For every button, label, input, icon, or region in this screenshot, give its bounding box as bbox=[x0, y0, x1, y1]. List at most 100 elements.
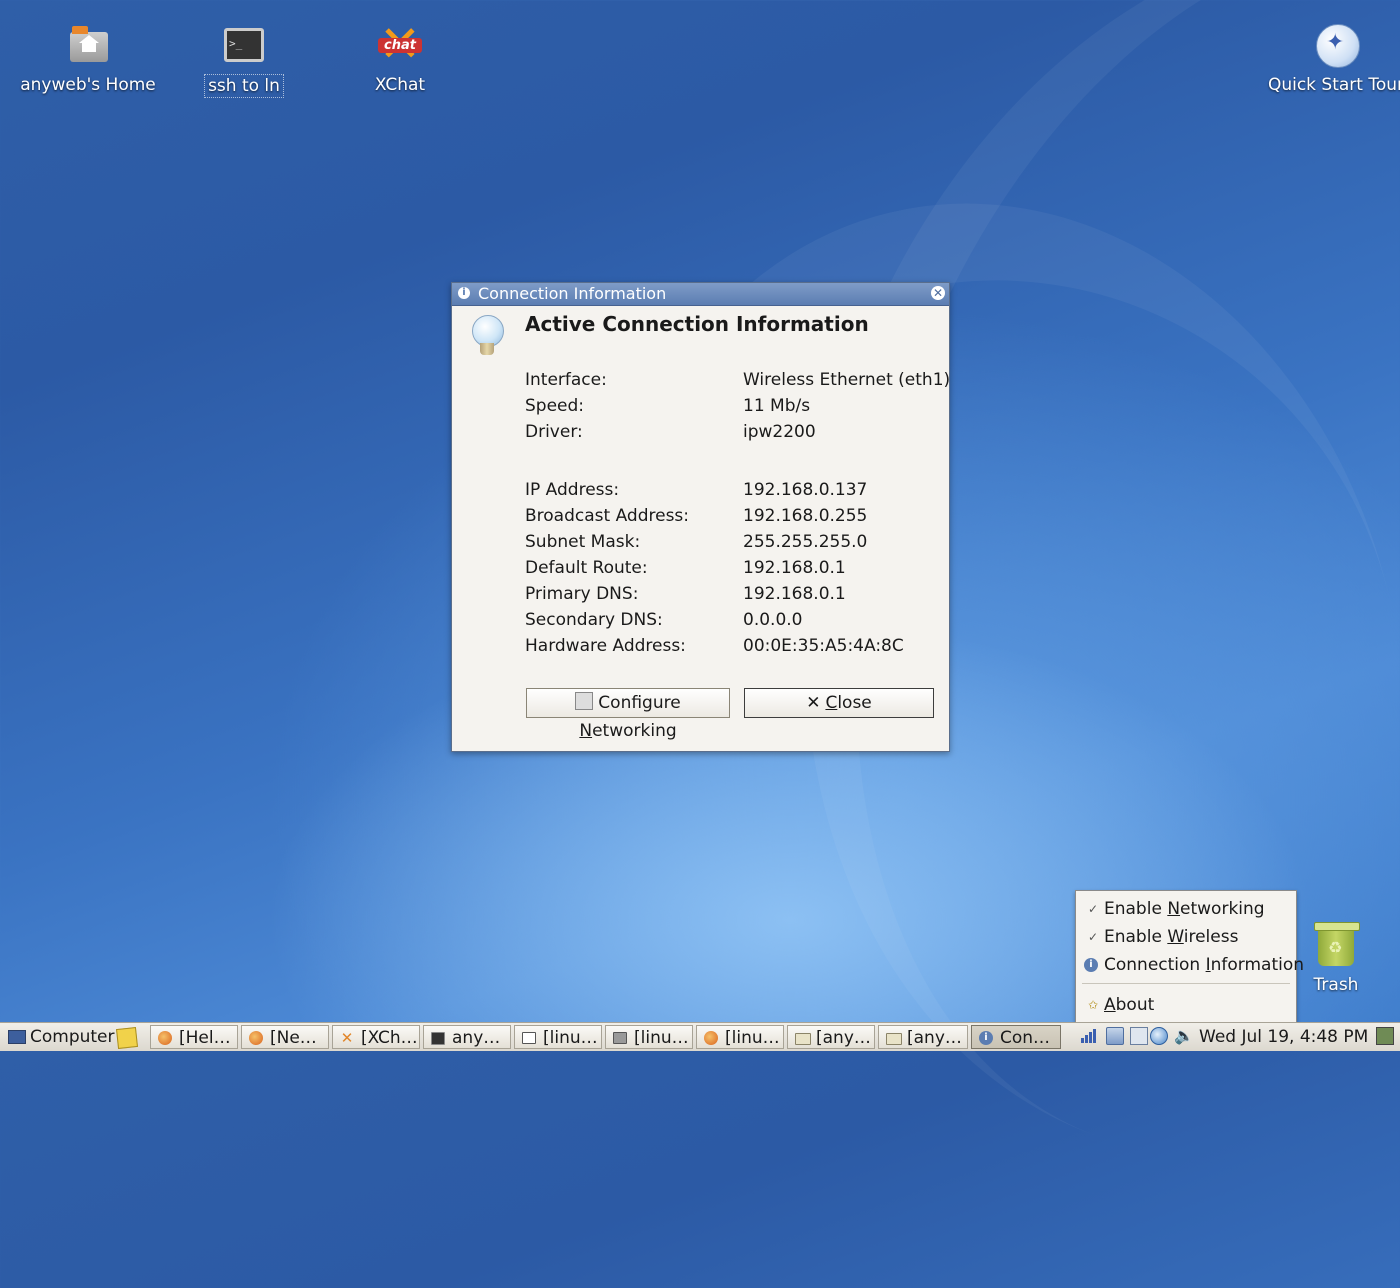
menu-separator bbox=[1082, 983, 1290, 984]
detail-row-hardware-address: Hardware Address: 00:0E:35:A5:4A:8C bbox=[525, 633, 950, 659]
panel-clock[interactable]: Wed Jul 19, 4:48 PM bbox=[1199, 1023, 1368, 1051]
detail-row-subnet-mask: Subnet Mask: 255.255.255.0 bbox=[525, 529, 950, 555]
firefox-icon bbox=[158, 1031, 172, 1045]
info-icon: i bbox=[1084, 958, 1098, 972]
detail-value: 192.168.0.1 bbox=[743, 558, 846, 578]
menu-item-connection-information[interactable]: i Connection Information bbox=[1076, 952, 1304, 978]
taskbar-item-label: [linu… bbox=[725, 1028, 780, 1048]
window-icon bbox=[522, 1032, 536, 1044]
detail-row-speed: Speed: 11 Mb/s bbox=[525, 393, 950, 419]
taskbar-item[interactable]: [linu… bbox=[514, 1025, 602, 1049]
desktop-icon-label: Quick Start Tour bbox=[1267, 75, 1400, 95]
quick-start-icon: ✦ bbox=[1312, 22, 1360, 70]
taskbar-item[interactable]: [linu… bbox=[696, 1025, 784, 1049]
connection-info-dialog: i Connection Information ✕ Active Connec… bbox=[451, 282, 950, 752]
detail-value: 192.168.0.137 bbox=[743, 480, 868, 500]
menu-item-about[interactable]: ✩ About bbox=[1076, 992, 1296, 1018]
folder-icon bbox=[886, 1033, 902, 1045]
button-label: Close bbox=[825, 693, 872, 713]
taskbar-item-label: [linu… bbox=[543, 1028, 598, 1048]
detail-row-ip-address: IP Address: 192.168.0.137 bbox=[525, 477, 950, 503]
desktop-icon-quick-start[interactable]: ✦ Quick Start Tour bbox=[1256, 0, 1400, 96]
menu-item-label: Enable Wireless bbox=[1104, 927, 1239, 947]
detail-row-secondary-dns: Secondary DNS: 0.0.0.0 bbox=[525, 607, 950, 633]
detail-label: Secondary DNS: bbox=[525, 610, 663, 630]
close-icon[interactable]: ✕ bbox=[931, 286, 945, 300]
window-icon bbox=[613, 1032, 627, 1044]
detail-value: 192.168.0.255 bbox=[743, 506, 868, 526]
detail-row-default-route: Default Route: 192.168.0.1 bbox=[525, 555, 950, 581]
home-folder-icon bbox=[64, 22, 112, 70]
detail-label: Speed: bbox=[525, 396, 585, 416]
desktop-icon-xchat[interactable]: ✕chat XChat bbox=[320, 0, 480, 96]
dialog-heading: Active Connection Information bbox=[525, 312, 869, 336]
menu-item-label: Connection Information bbox=[1104, 955, 1305, 975]
detail-value: Wireless Ethernet (eth1) bbox=[743, 370, 951, 390]
taskbar-item-label: [Ne… bbox=[270, 1028, 317, 1048]
menu-item-enable-wireless[interactable]: ✓ Enable Wireless bbox=[1076, 924, 1296, 950]
close-button[interactable]: ✕ Close bbox=[744, 688, 934, 718]
globe-update-icon[interactable] bbox=[1150, 1027, 1168, 1045]
taskbar-item[interactable]: [Ne… bbox=[241, 1025, 329, 1049]
desktop-icon-label: anyweb's Home bbox=[20, 75, 156, 95]
detail-row-primary-dns: Primary DNS: 192.168.0.1 bbox=[525, 581, 950, 607]
taskbar-item-label: Con… bbox=[1000, 1028, 1051, 1048]
configure-networking-button[interactable]: Configure Networking bbox=[526, 688, 730, 741]
desktop-icon-ssh[interactable]: >_ ssh to ln bbox=[164, 0, 324, 98]
menu-item-label: About bbox=[1104, 995, 1155, 1015]
monitor-icon[interactable] bbox=[1130, 1027, 1148, 1045]
taskbar-item[interactable]: [any… bbox=[878, 1025, 968, 1049]
taskbar-item-label: [any… bbox=[907, 1028, 962, 1048]
close-icon: ✕ bbox=[806, 693, 821, 713]
connection-details: Interface: Wireless Ethernet (eth1) Speed… bbox=[525, 367, 950, 659]
network-manager-icon[interactable] bbox=[1106, 1027, 1124, 1045]
signal-strength-icon[interactable] bbox=[1080, 1027, 1098, 1045]
folder-icon bbox=[795, 1033, 811, 1045]
detail-row-broadcast: Broadcast Address: 192.168.0.255 bbox=[525, 503, 950, 529]
xchat-icon: ✕chat bbox=[376, 19, 424, 70]
taskbar-item-label: [Hel… bbox=[179, 1028, 231, 1048]
detail-value: 00:0E:35:A5:4A:8C bbox=[743, 636, 904, 656]
detail-value: 255.255.255.0 bbox=[743, 532, 868, 552]
detail-label: Subnet Mask: bbox=[525, 532, 641, 552]
dialog-title: Connection Information bbox=[478, 284, 667, 303]
menu-item-label: Enable Networking bbox=[1104, 899, 1265, 919]
taskbar-item[interactable]: [linu… bbox=[605, 1025, 693, 1049]
detail-label: Hardware Address: bbox=[525, 636, 686, 656]
notes-icon[interactable] bbox=[116, 1027, 138, 1049]
taskbar-item[interactable]: any… bbox=[423, 1025, 511, 1049]
dialog-titlebar[interactable]: i Connection Information ✕ bbox=[452, 283, 949, 306]
lightbulb-base bbox=[480, 343, 494, 355]
star-icon: ✩ bbox=[1087, 998, 1099, 1012]
detail-row-driver: Driver: ipw2200 bbox=[525, 419, 950, 445]
taskbar-item[interactable]: ✕ [XCh… bbox=[332, 1025, 420, 1049]
computer-menu-label: Computer bbox=[30, 1027, 115, 1047]
taskbar-item[interactable]: [Hel… bbox=[150, 1025, 238, 1049]
taskbar-item-label: [linu… bbox=[634, 1028, 689, 1048]
detail-label: IP Address: bbox=[525, 480, 620, 500]
detail-label: Interface: bbox=[525, 370, 607, 390]
detail-label: Default Route: bbox=[525, 558, 648, 578]
network-applet-menu: ✓ Enable Networking ✓ Enable Wireless i … bbox=[1075, 890, 1304, 1023]
taskbar-item[interactable]: [any… bbox=[787, 1025, 875, 1049]
taskbar-item-active[interactable]: i Con… bbox=[971, 1025, 1061, 1049]
volume-icon[interactable]: 🔈 bbox=[1174, 1027, 1194, 1045]
firefox-icon bbox=[704, 1031, 718, 1045]
xchat-logo-text: chat bbox=[378, 38, 422, 53]
menu-item-enable-networking[interactable]: ✓ Enable Networking bbox=[1076, 896, 1296, 922]
bottom-panel: Computer [Hel… [Ne… ✕ [XCh… any… [linu… [… bbox=[0, 1022, 1400, 1051]
desktop-icon-label: ssh to ln bbox=[204, 74, 284, 98]
detail-label: Primary DNS: bbox=[525, 584, 639, 604]
desktop-icon-home[interactable]: anyweb's Home bbox=[8, 0, 168, 96]
firefox-icon bbox=[249, 1031, 263, 1045]
taskbar-item-label: [any… bbox=[816, 1028, 871, 1048]
desktop-icon-trash[interactable]: ♻ Trash bbox=[1296, 900, 1376, 996]
computer-menu-button[interactable]: Computer bbox=[6, 1023, 115, 1051]
detail-value: 0.0.0.0 bbox=[743, 610, 803, 630]
detail-label: Broadcast Address: bbox=[525, 506, 690, 526]
detail-row-interface: Interface: Wireless Ethernet (eth1) bbox=[525, 367, 950, 393]
trash-icon: ♻ bbox=[1312, 922, 1360, 970]
network-settings-icon bbox=[575, 692, 594, 710]
taskbar-item-label: [XCh… bbox=[361, 1028, 418, 1048]
show-desktop-icon[interactable] bbox=[1376, 1027, 1394, 1045]
